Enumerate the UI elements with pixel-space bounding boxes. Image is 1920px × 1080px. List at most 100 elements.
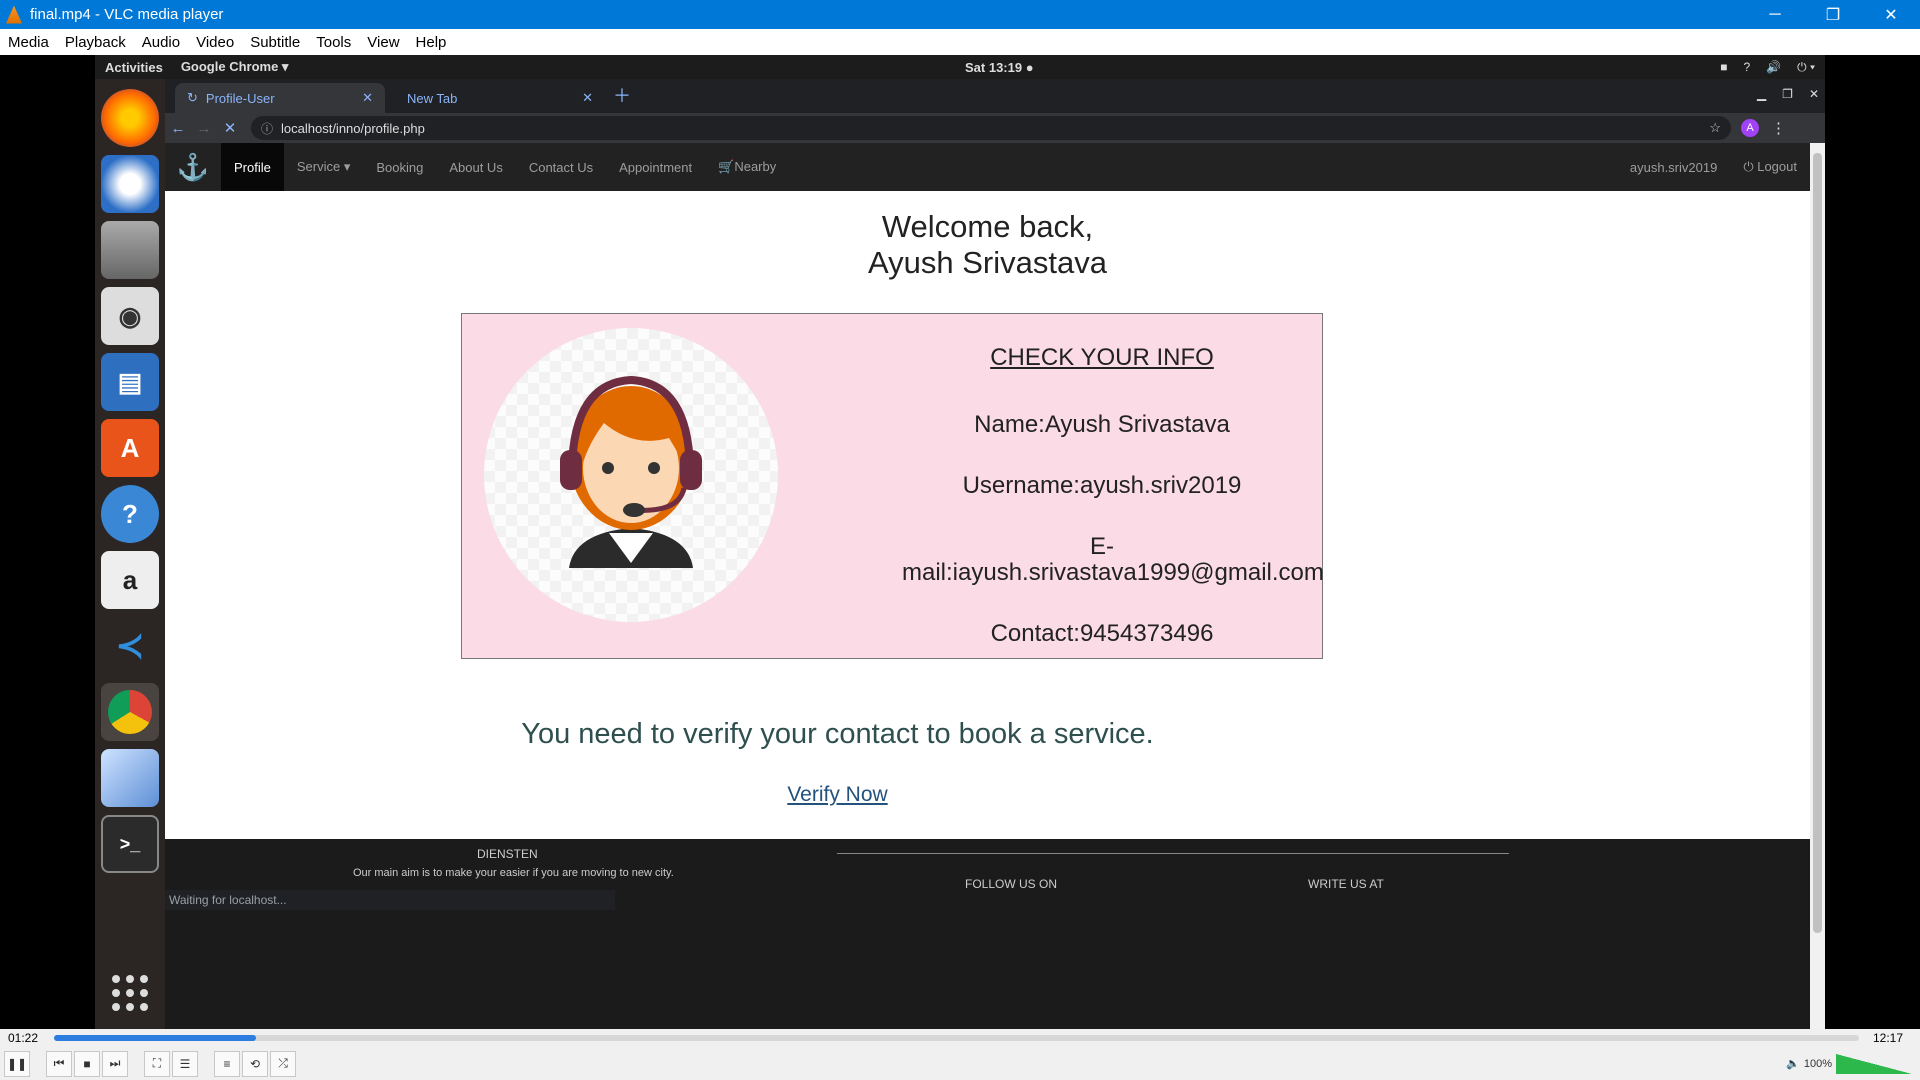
menu-media[interactable]: Media bbox=[0, 34, 57, 51]
extended-settings-button[interactable]: ☰ bbox=[172, 1050, 198, 1077]
chrome-icon[interactable] bbox=[101, 683, 159, 741]
menu-audio[interactable]: Audio bbox=[134, 34, 188, 51]
app-menu[interactable]: Google Chrome ▾ bbox=[181, 59, 289, 75]
url-text: localhost/inno/profile.php bbox=[281, 120, 425, 136]
power-icon: ⏻ ▾ bbox=[1797, 59, 1815, 74]
software-icon[interactable]: A bbox=[101, 419, 159, 477]
menu-video[interactable]: Video bbox=[188, 34, 242, 51]
minimize-button[interactable]: ─ bbox=[1746, 0, 1804, 29]
stop-button[interactable]: ■ bbox=[74, 1050, 100, 1077]
vlc-title-bar: final.mp4 - VLC media player ─ ❐ ✕ bbox=[0, 0, 1920, 29]
vlc-cone-icon bbox=[6, 5, 22, 24]
virtualbox-icon[interactable] bbox=[101, 749, 159, 807]
bookmark-star-icon[interactable]: ☆ bbox=[1709, 120, 1721, 136]
new-tab-button[interactable]: ＋ bbox=[613, 82, 631, 108]
pause-button[interactable]: ❚❚ bbox=[4, 1050, 30, 1077]
volume-control[interactable]: 🔈 100% bbox=[1786, 1053, 1912, 1074]
info-heading: CHECK YOUR INFO bbox=[990, 344, 1214, 371]
close-button[interactable]: ✕ bbox=[1862, 0, 1920, 29]
menu-kebab-icon[interactable]: ⋮ bbox=[1771, 119, 1786, 137]
ubuntu-dock: ◉ ▤ A ? a ≺ >_ bbox=[95, 79, 165, 1029]
menu-tools[interactable]: Tools bbox=[308, 34, 359, 51]
menu-playback[interactable]: Playback bbox=[57, 34, 134, 51]
verify-message: You need to verify your contact to book … bbox=[521, 718, 1154, 750]
fullscreen-button[interactable]: ⛶ bbox=[144, 1050, 170, 1077]
terminal-icon[interactable]: >_ bbox=[101, 815, 159, 873]
page-scrollbar[interactable] bbox=[1810, 143, 1825, 1029]
agent-illustration bbox=[560, 375, 702, 568]
footer-follow: FOLLOW US ON bbox=[965, 877, 1058, 891]
system-tray[interactable]: ■ ? 🔊 ⏻ ▾ bbox=[1720, 60, 1815, 75]
time-total[interactable]: 12:17 bbox=[1873, 1031, 1903, 1045]
info-contact: Contact:9454373496 bbox=[990, 620, 1214, 647]
tab-profile-user[interactable]: ↻ Profile-User ✕ bbox=[175, 83, 385, 113]
chrome-window: ↻ Profile-User ✕ New Tab ✕ ＋ ▁ ❐ ✕ ← → ✕… bbox=[165, 79, 1825, 1029]
previous-button[interactable]: ⏮ bbox=[46, 1050, 72, 1077]
web-page: ⚓ Profile Service ▾ Booking About Us Con… bbox=[165, 143, 1810, 1029]
seek-fill bbox=[54, 1035, 257, 1041]
next-button[interactable]: ⏭ bbox=[102, 1050, 128, 1077]
tab-new-tab[interactable]: New Tab ✕ bbox=[395, 83, 605, 113]
tab-title: Profile-User bbox=[205, 90, 275, 106]
speaker-icon[interactable]: 🔈 bbox=[1786, 1057, 1800, 1070]
chrome-toolbar: ← → ✕ ⓘ localhost/inno/profile.php ☆ A ⋮ bbox=[165, 113, 1825, 143]
nav-nearby[interactable]: 🛒Nearby bbox=[705, 143, 789, 191]
rhythmbox-icon[interactable]: ◉ bbox=[101, 287, 159, 345]
info-icon[interactable]: ⓘ bbox=[261, 120, 273, 137]
nav-booking[interactable]: Booking bbox=[363, 143, 436, 191]
tab-strip: ↻ Profile-User ✕ New Tab ✕ ＋ ▁ ❐ ✕ bbox=[165, 79, 1825, 113]
button-row: ❚❚ ⏮ ■ ⏭ ⛶ ☰ ≡ ⟲ ⤮ 🔈 100% bbox=[0, 1047, 1920, 1080]
files-icon[interactable] bbox=[101, 221, 159, 279]
time-elapsed: 01:22 bbox=[8, 1031, 39, 1045]
firefox-icon[interactable] bbox=[101, 89, 159, 147]
amazon-icon[interactable]: a bbox=[101, 551, 159, 609]
anchor-logo-icon[interactable]: ⚓ bbox=[165, 152, 221, 183]
ubuntu-top-bar: Activities Google Chrome ▾ Sat 13:19 ● ■… bbox=[95, 55, 1825, 79]
loading-icon: ↻ bbox=[187, 90, 198, 105]
tab-title: New Tab bbox=[407, 90, 458, 106]
clock[interactable]: Sat 13:19 ● bbox=[965, 60, 1034, 75]
back-button[interactable]: ← bbox=[165, 120, 191, 137]
chrome-close-icon[interactable]: ✕ bbox=[1809, 87, 1819, 101]
forward-button[interactable]: → bbox=[191, 120, 217, 137]
nav-username[interactable]: ayush.sriv2019 bbox=[1617, 143, 1730, 191]
verify-now-link[interactable]: Verify Now bbox=[165, 783, 1510, 807]
seek-row: 01:22 12:17 bbox=[0, 1029, 1920, 1047]
nav-profile[interactable]: Profile bbox=[221, 143, 284, 191]
menu-help[interactable]: Help bbox=[408, 34, 455, 51]
writer-icon[interactable]: ▤ bbox=[101, 353, 159, 411]
show-applications-icon[interactable] bbox=[108, 971, 152, 1015]
nav-logout[interactable]: ⏻ Logout bbox=[1730, 143, 1810, 191]
menu-view[interactable]: View bbox=[359, 34, 407, 51]
nav-service[interactable]: Service ▾ bbox=[284, 143, 364, 191]
nav-appointment[interactable]: Appointment bbox=[606, 143, 705, 191]
info-email-line2: mail:iayush.srivastava1999@gmail.com bbox=[902, 559, 1324, 586]
volume-percent: 100% bbox=[1803, 1057, 1832, 1070]
video-area[interactable]: Activities Google Chrome ▾ Sat 13:19 ● ■… bbox=[0, 55, 1920, 1029]
footer-divider bbox=[837, 853, 1509, 854]
menu-subtitle[interactable]: Subtitle bbox=[242, 34, 308, 51]
activities-button[interactable]: Activities bbox=[105, 60, 163, 75]
tab-close-icon[interactable]: ✕ bbox=[582, 90, 593, 106]
shuffle-button[interactable]: ⤮ bbox=[270, 1050, 296, 1077]
scrollbar-thumb[interactable] bbox=[1813, 153, 1822, 933]
chrome-maximize-icon[interactable]: ❐ bbox=[1782, 87, 1793, 101]
tab-close-icon[interactable]: ✕ bbox=[362, 90, 373, 106]
stop-button[interactable]: ✕ bbox=[217, 119, 243, 137]
vlc-menu-bar: Media Playback Audio Video Subtitle Tool… bbox=[0, 29, 1920, 55]
info-name: Name:Ayush Srivastava bbox=[974, 411, 1230, 438]
volume-icon: 🔊 bbox=[1766, 59, 1782, 74]
restore-button[interactable]: ❐ bbox=[1804, 0, 1862, 29]
chrome-minimize-icon[interactable]: ▁ bbox=[1757, 87, 1766, 101]
nav-about[interactable]: About Us bbox=[436, 143, 515, 191]
nav-contact[interactable]: Contact Us bbox=[516, 143, 606, 191]
help-icon[interactable]: ? bbox=[101, 485, 159, 543]
seek-slider[interactable] bbox=[54, 1035, 1859, 1041]
thunderbird-icon[interactable] bbox=[101, 155, 159, 213]
playlist-button[interactable]: ≡ bbox=[214, 1050, 240, 1077]
loop-button[interactable]: ⟲ bbox=[242, 1050, 268, 1077]
volume-slider[interactable] bbox=[1836, 1053, 1912, 1074]
address-bar[interactable]: ⓘ localhost/inno/profile.php ☆ bbox=[251, 116, 1731, 140]
profile-avatar[interactable]: A bbox=[1741, 119, 1759, 137]
vscode-icon[interactable]: ≺ bbox=[101, 617, 159, 675]
